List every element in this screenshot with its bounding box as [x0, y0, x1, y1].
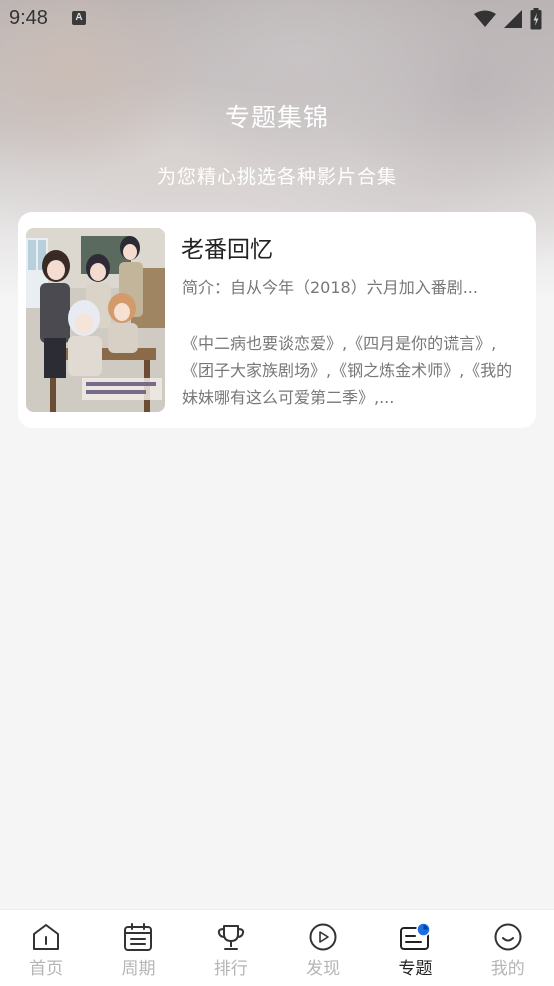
notification-a-icon: A — [72, 11, 86, 25]
trophy-icon — [217, 925, 244, 950]
wifi-icon — [474, 10, 496, 27]
topic-card-icon — [400, 922, 432, 950]
nav-label-topics: 专题 — [398, 959, 433, 979]
status-indicators — [474, 8, 542, 30]
collection-intro: 简介：自从今年（2018）六月加入番剧... — [182, 278, 478, 297]
collection-title: 老番回忆 — [181, 237, 273, 263]
smile-face-icon — [494, 923, 522, 951]
signal-icon — [504, 10, 522, 28]
nav-label-mine: 我的 — [490, 959, 525, 979]
nav-item-ranking[interactable]: 排行 — [185, 910, 277, 986]
status-time: 9:48 — [9, 7, 48, 29]
nav-item-discover[interactable]: 发现 — [277, 910, 369, 986]
nav-label-discover: 发现 — [306, 959, 341, 979]
page-title: 专题集锦 — [224, 103, 329, 132]
page-subtitle: 为您精心挑选各种影片合集 — [156, 166, 397, 188]
nav-item-home[interactable]: 首页 — [0, 910, 92, 986]
home-icon — [33, 924, 60, 950]
battery-icon — [530, 8, 542, 30]
nav-label-home: 首页 — [29, 959, 64, 979]
collection-titles-list: 《中二病也要谈恋爱》,《四月是你的谎言》,《团子大家族剧场》,《钢之炼金术师》,… — [182, 334, 513, 407]
nav-item-mine[interactable]: 我的 — [462, 910, 554, 986]
collection-card[interactable]: 老番回忆 简介：自从今年（2018）六月加入番剧... 《中二病也要谈恋爱》,《… — [18, 212, 536, 428]
nav-label-schedule: 周期 — [121, 959, 156, 979]
calendar-icon — [124, 923, 153, 951]
nav-label-ranking: 排行 — [213, 959, 248, 979]
status-bar: 9:48 A — [0, 0, 554, 38]
nav-item-topics[interactable]: 专题 — [369, 910, 461, 986]
bottom-nav: 首页 周期 排行 发现 专题 我的 — [0, 909, 554, 986]
play-circle-icon — [309, 923, 337, 951]
collection-cover-image — [26, 228, 165, 412]
nav-item-schedule[interactable]: 周期 — [92, 910, 184, 986]
